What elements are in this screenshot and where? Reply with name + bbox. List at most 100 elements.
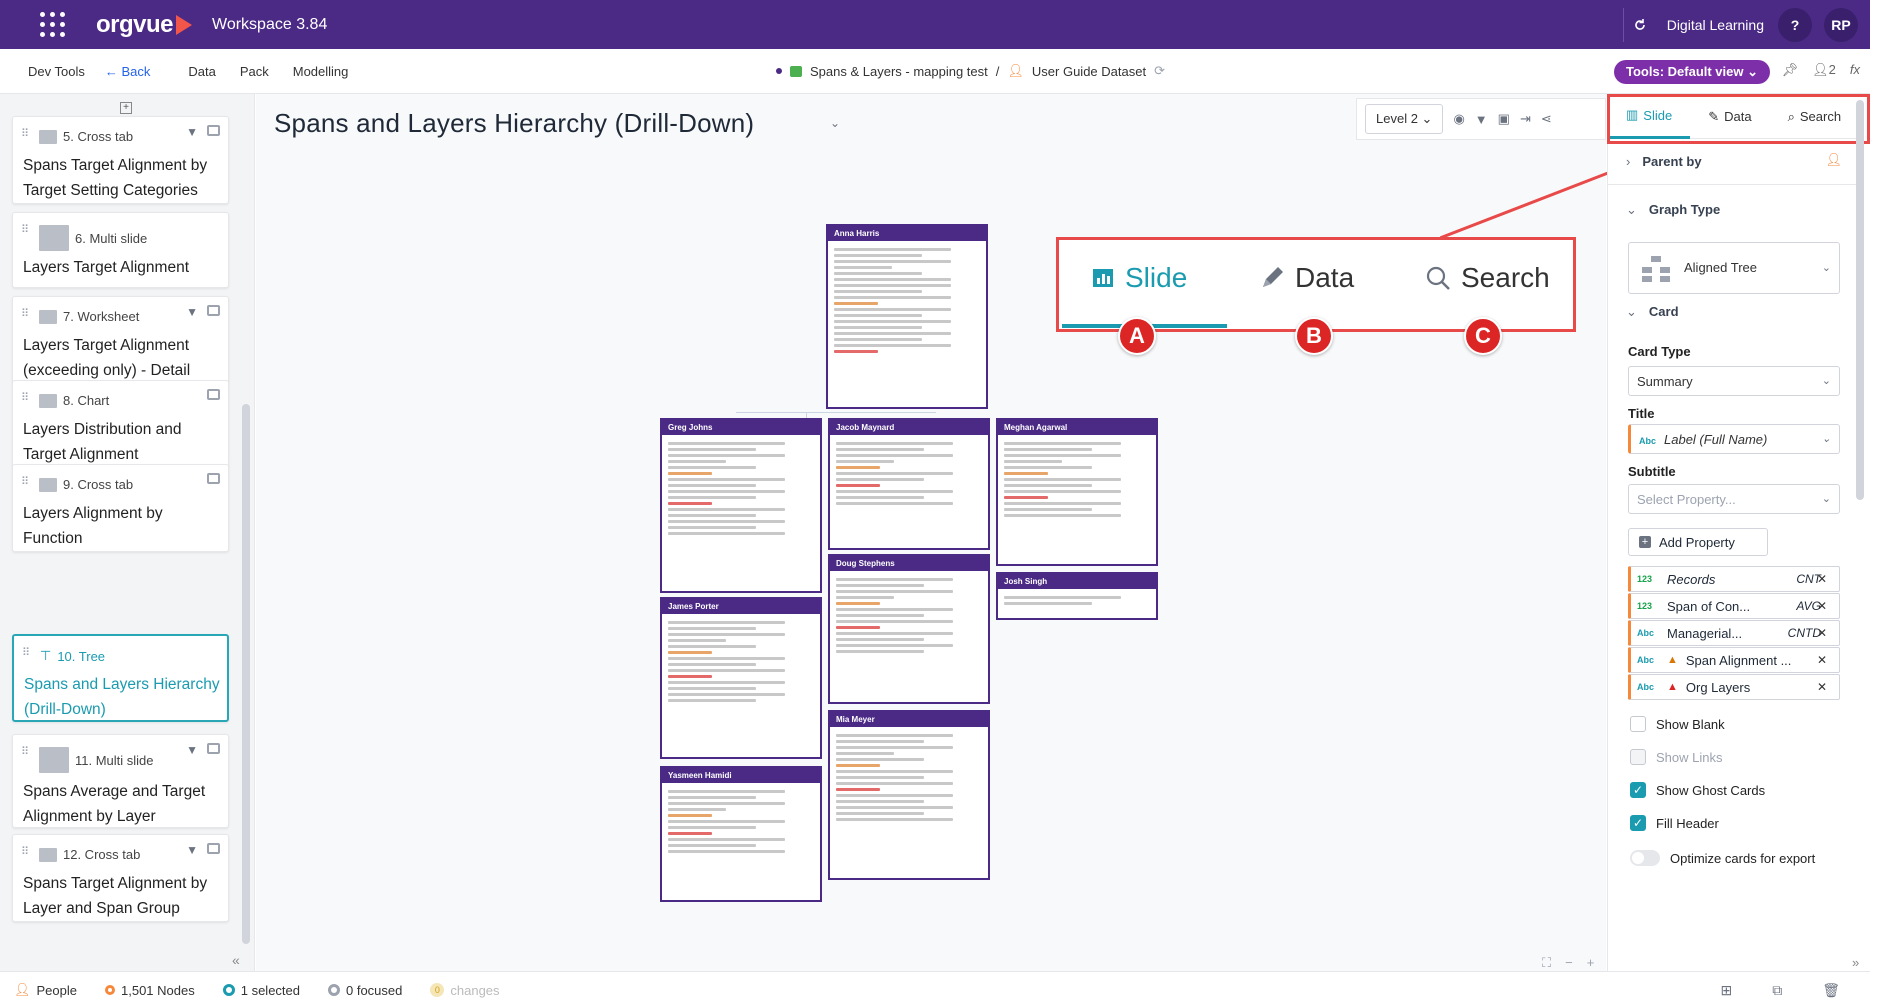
- slide-card[interactable]: ⠿ 8. Chart Layers Distribution and Targe…: [12, 380, 229, 468]
- drag-handle-icon[interactable]: ⠿: [21, 475, 29, 488]
- comment-icon[interactable]: [207, 305, 220, 316]
- palette-icon[interactable]: ◉: [1453, 111, 1464, 127]
- collapse-panel-icon[interactable]: «: [232, 952, 240, 968]
- slides-scrollbar[interactable]: [242, 404, 250, 944]
- tree-card[interactable]: Doug Stephens: [828, 554, 990, 704]
- pin-icon[interactable]: 📌︎: [1782, 62, 1799, 78]
- layout-icon[interactable]: ▣: [1498, 111, 1510, 127]
- property-item[interactable]: Abc Managerial... CNTD ✕: [1628, 620, 1840, 646]
- subtitle-select[interactable]: Select Property... ⌄: [1628, 484, 1840, 514]
- changes-indicator[interactable]: 0 changes: [430, 983, 500, 998]
- slide-card[interactable]: ⠿ 11. Multi slide ▼ Spans Average and Ta…: [12, 734, 229, 828]
- help-button[interactable]: ?: [1778, 7, 1812, 42]
- parent-by-section[interactable]: › Parent by: [1626, 154, 1702, 169]
- refresh-icon[interactable]: [1622, 7, 1657, 42]
- nav-dev-tools[interactable]: Dev Tools: [28, 64, 85, 79]
- property-item[interactable]: Abc ▲ Span Alignment ... ✕: [1628, 647, 1840, 673]
- tree-card[interactable]: Greg Johns: [660, 418, 822, 593]
- nodes-indicator[interactable]: 1,501 Nodes: [105, 983, 195, 998]
- property-item[interactable]: Abc ▲ Org Layers ✕: [1628, 674, 1840, 700]
- add-node-icon[interactable]: ⊞: [1720, 982, 1732, 999]
- people-indicator[interactable]: 👤︎ People: [14, 982, 77, 998]
- tree-card[interactable]: James Porter: [660, 597, 822, 759]
- add-slide-icon[interactable]: +: [120, 102, 132, 114]
- comment-icon[interactable]: [207, 125, 220, 136]
- breadcrumb-doc[interactable]: Spans & Layers - mapping test: [810, 64, 988, 79]
- comment-icon[interactable]: [207, 843, 220, 854]
- workspace-user-label[interactable]: Digital Learning: [1667, 17, 1764, 33]
- fit-screen-icon[interactable]: ⛶: [1542, 955, 1551, 971]
- remove-icon[interactable]: ✕: [1817, 626, 1827, 640]
- slide-card[interactable]: ⠿ 7. Worksheet ▼ Layers Target Alignment…: [12, 296, 229, 384]
- nav-pack[interactable]: Pack: [240, 64, 269, 79]
- drag-handle-icon[interactable]: ⠿: [21, 307, 29, 320]
- slides-panel: + ⠿ 5. Cross tab ▼ Spans Target Alignmen…: [0, 94, 255, 971]
- tree-card[interactable]: Jacob Maynard: [828, 418, 990, 550]
- graph-type-select[interactable]: Aligned Tree ⌄: [1628, 242, 1840, 294]
- tools-view-button[interactable]: Tools: Default view ⌄: [1614, 60, 1771, 84]
- panel-scrollbar[interactable]: [1856, 100, 1864, 500]
- tree-card[interactable]: Josh Singh: [996, 572, 1158, 620]
- card-type-select[interactable]: Summary ⌄: [1628, 366, 1840, 396]
- remove-icon[interactable]: ✕: [1817, 599, 1827, 613]
- show-links-checkbox[interactable]: [1630, 749, 1646, 765]
- slide-card[interactable]: ⠿ 5. Cross tab ▼ Spans Target Alignment …: [12, 116, 229, 204]
- filter-icon[interactable]: ▼: [1475, 112, 1488, 127]
- filter-icon[interactable]: ▼: [186, 843, 198, 857]
- focused-indicator[interactable]: 0 focused: [328, 983, 402, 998]
- property-item[interactable]: 123 Span of Con... AVG ✕: [1628, 593, 1840, 619]
- share-icon[interactable]: ⋖: [1541, 111, 1552, 127]
- sync-icon[interactable]: ⟳: [1154, 63, 1165, 79]
- level-select[interactable]: Level 2 ⌄: [1365, 104, 1444, 134]
- zoom-out-icon[interactable]: −: [1565, 955, 1573, 971]
- show-blank-checkbox[interactable]: [1630, 716, 1646, 732]
- avatar[interactable]: RP: [1824, 7, 1858, 42]
- formula-icon[interactable]: fx: [1850, 62, 1860, 78]
- drag-handle-icon[interactable]: ⠿: [21, 223, 29, 236]
- graph-type-section[interactable]: ⌄ Graph Type: [1626, 202, 1720, 218]
- fill-header-checkbox[interactable]: ✓: [1630, 815, 1646, 831]
- breadcrumb-dataset[interactable]: User Guide Dataset: [1032, 64, 1146, 79]
- comment-icon[interactable]: [207, 389, 220, 400]
- tree-card[interactable]: Meghan Agarwal: [996, 418, 1158, 566]
- remove-icon[interactable]: ✕: [1817, 680, 1827, 694]
- add-property-button[interactable]: + Add Property: [1628, 528, 1768, 556]
- remove-icon[interactable]: ✕: [1817, 653, 1827, 667]
- selected-indicator[interactable]: 1 selected: [222, 983, 300, 998]
- slide-card[interactable]: ⠿ 12. Cross tab ▼ Spans Target Alignment…: [12, 834, 229, 922]
- tree-card[interactable]: Yasmeen Hamidi: [660, 766, 822, 902]
- users-icon[interactable]: 👤︎2: [1812, 62, 1836, 78]
- optimize-toggle[interactable]: [1630, 850, 1660, 866]
- tree-card[interactable]: Mia Meyer: [828, 710, 990, 880]
- filter-icon[interactable]: ▼: [186, 125, 198, 139]
- back-button[interactable]: ← Back: [105, 64, 151, 79]
- trash-icon[interactable]: 🗑︎: [1822, 982, 1840, 999]
- canvas[interactable]: Spans and Layers Hierarchy (Drill-Down) …: [256, 94, 1606, 971]
- nav-modelling[interactable]: Modelling: [293, 64, 349, 79]
- title-select[interactable]: Abc Label (Full Name) ⌄: [1628, 424, 1840, 454]
- zoom-in-icon[interactable]: +: [1587, 955, 1595, 971]
- comment-icon[interactable]: [207, 473, 220, 484]
- duplicate-icon[interactable]: ⧉: [1772, 982, 1782, 999]
- drag-handle-icon[interactable]: ⠿: [21, 845, 29, 858]
- app-grid-icon[interactable]: [40, 11, 66, 38]
- remove-icon[interactable]: ✕: [1817, 572, 1827, 586]
- expand-panel-icon[interactable]: »: [1852, 955, 1859, 970]
- chevron-down-icon[interactable]: ⌄: [830, 116, 840, 130]
- drag-handle-icon[interactable]: ⠿: [21, 391, 29, 404]
- slide-card-active[interactable]: ⠿ ⊤ 10. Tree Spans and Layers Hierarchy (…: [12, 634, 229, 722]
- tree-card[interactable]: Anna Harris: [826, 224, 988, 409]
- slide-card[interactable]: ⠿ 6. Multi slide Layers Target Alignment: [12, 212, 229, 288]
- show-ghost-cards-checkbox[interactable]: ✓: [1630, 782, 1646, 798]
- drag-handle-icon[interactable]: ⠿: [21, 127, 29, 140]
- comment-icon[interactable]: [207, 743, 220, 754]
- drag-handle-icon[interactable]: ⠿: [22, 646, 30, 659]
- nav-data[interactable]: Data: [188, 64, 215, 79]
- card-section[interactable]: ⌄ Card: [1626, 304, 1679, 320]
- slide-card[interactable]: ⠿ 9. Cross tab Layers Alignment by Funct…: [12, 464, 229, 552]
- drag-handle-icon[interactable]: ⠿: [21, 745, 29, 758]
- export-icon[interactable]: ⇥: [1520, 111, 1531, 127]
- property-item[interactable]: 123 Records CNT ✕: [1628, 566, 1840, 592]
- filter-icon[interactable]: ▼: [186, 305, 198, 319]
- filter-icon[interactable]: ▼: [186, 743, 198, 757]
